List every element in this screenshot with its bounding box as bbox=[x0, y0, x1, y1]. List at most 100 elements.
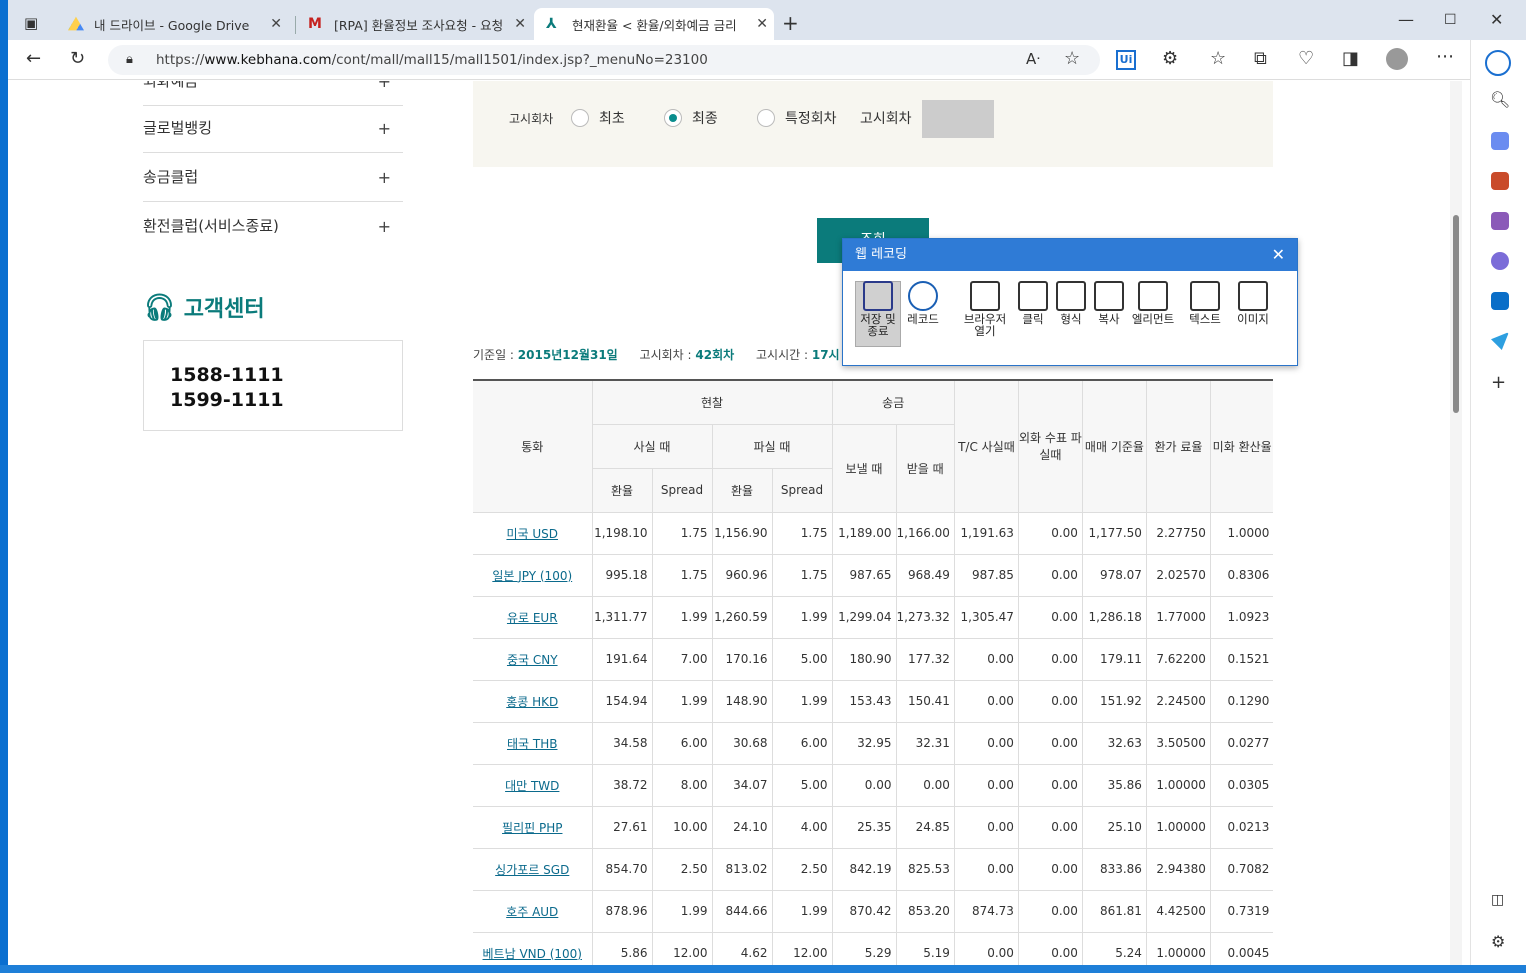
expand-plus-icon[interactable]: + bbox=[378, 81, 391, 106]
microsoft365-icon[interactable] bbox=[1491, 252, 1509, 270]
close-tab-icon[interactable]: ✕ bbox=[514, 16, 526, 32]
tab-google-drive[interactable]: 내 드라이브 - Google Drive ✕ bbox=[56, 8, 288, 40]
currency-link[interactable]: 홍콩 HKD bbox=[506, 695, 558, 709]
menu-item-remit-club[interactable]: 송금클럽 + bbox=[143, 153, 403, 202]
currency-link-cell[interactable]: 대만 TWD bbox=[473, 764, 592, 807]
settings-gear-icon[interactable]: ⚙ bbox=[1491, 932, 1505, 951]
shopping-icon[interactable] bbox=[1491, 132, 1509, 150]
currency-link[interactable]: 베트남 VND (100) bbox=[483, 947, 582, 961]
close-recording-icon[interactable]: ✕ bbox=[1272, 239, 1285, 271]
currency-link-cell[interactable]: 태국 THB bbox=[473, 722, 592, 765]
close-tab-icon[interactable]: ✕ bbox=[270, 16, 282, 32]
favorites-icon[interactable]: ☆ bbox=[1210, 48, 1226, 69]
more-menu-icon[interactable]: ⋯ bbox=[1436, 46, 1454, 67]
games-icon[interactable] bbox=[1491, 212, 1509, 230]
copy-icon bbox=[1094, 281, 1124, 311]
currency-link[interactable]: 필리핀 PHP bbox=[502, 821, 562, 835]
bing-chat-icon[interactable] bbox=[1485, 50, 1511, 76]
menu-item-fx-deposit[interactable]: 외화예금 + bbox=[143, 81, 403, 106]
lock-icon[interactable]: 🔒︎ bbox=[126, 45, 133, 75]
radio-first[interactable] bbox=[571, 109, 589, 127]
currency-link[interactable]: 일본 JPY (100) bbox=[492, 569, 572, 583]
tool-label: 텍스트 bbox=[1189, 312, 1221, 326]
tool-record[interactable]: 레코드 bbox=[905, 281, 941, 325]
minimize-icon[interactable]: — bbox=[1398, 10, 1414, 29]
tool-text[interactable]: 텍스트 bbox=[1187, 281, 1223, 325]
currency-link-cell[interactable]: 미국 USD bbox=[473, 512, 592, 555]
currency-link[interactable]: 싱가포르 SGD bbox=[495, 863, 569, 877]
currency-link-cell[interactable]: 호주 AUD bbox=[473, 890, 592, 933]
tab-rpa-mail[interactable]: M [RPA] 환율정보 조사요청 - 요청 ✕ bbox=[296, 8, 532, 40]
tab-actions-icon[interactable]: ▣ bbox=[24, 14, 38, 32]
expand-plus-icon[interactable]: + bbox=[378, 202, 391, 251]
currency-link[interactable]: 미국 USD bbox=[506, 527, 558, 541]
currency-link[interactable]: 중국 CNY bbox=[507, 653, 558, 667]
round-select[interactable] bbox=[922, 100, 994, 138]
currency-link-cell[interactable]: 싱가포르 SGD bbox=[473, 848, 592, 891]
rate-cell: 0.00 bbox=[953, 638, 1019, 681]
profile-avatar[interactable] bbox=[1386, 48, 1408, 70]
currency-link[interactable]: 태국 THB bbox=[507, 737, 557, 751]
address-bar[interactable]: 🔒︎ https://www.kebhana.com/cont/mall/mal… bbox=[108, 45, 1100, 75]
tool-save[interactable]: 저장 및 종료 bbox=[855, 281, 901, 337]
tool-format[interactable]: 형식 bbox=[1053, 281, 1089, 325]
rate-cell: 32.31 bbox=[895, 722, 955, 765]
maximize-icon[interactable]: ☐ bbox=[1444, 12, 1457, 28]
back-icon[interactable]: ← bbox=[26, 48, 41, 69]
th-tc: T/C 사실때 bbox=[953, 379, 1019, 513]
extensions-icon[interactable]: ⚙ bbox=[1162, 48, 1178, 69]
close-tab-icon[interactable]: ✕ bbox=[756, 16, 768, 32]
split-screen-icon[interactable]: ◨ bbox=[1342, 48, 1359, 69]
rate-cell: 1.99 bbox=[651, 890, 712, 933]
tool-browser-open[interactable]: 브라우저 열기 bbox=[961, 281, 1009, 337]
page-scrollbar[interactable] bbox=[1450, 81, 1462, 965]
tool-copy[interactable]: 복사 bbox=[1091, 281, 1127, 325]
currency-link-cell[interactable]: 필리핀 PHP bbox=[473, 806, 592, 849]
currency-link-cell[interactable]: 베트남 VND (100) bbox=[473, 932, 592, 965]
search-icon[interactable]: 🔍︎ bbox=[1490, 90, 1510, 109]
read-aloud-icon[interactable]: Aᐧ bbox=[1026, 50, 1040, 68]
refresh-icon[interactable]: ↻ bbox=[70, 48, 85, 69]
rate-cell: 35.86 bbox=[1081, 764, 1147, 807]
tool-image[interactable]: 이미지 bbox=[1235, 281, 1271, 325]
rate-cell: 854.70 bbox=[591, 848, 652, 891]
radio-last[interactable] bbox=[664, 109, 682, 127]
sidebar-toggle-icon[interactable]: ◫ bbox=[1491, 892, 1504, 908]
tab-kebhana[interactable]: ⅄ 현재환율 < 환율/외화예금 금리 ✕ bbox=[534, 8, 774, 40]
text-icon bbox=[1190, 281, 1220, 311]
currency-link-cell[interactable]: 일본 JPY (100) bbox=[473, 554, 592, 597]
menu-item-exchange-club[interactable]: 환전클럽(서비스종료) + bbox=[143, 202, 403, 251]
scroll-thumb[interactable] bbox=[1453, 215, 1459, 413]
image-icon bbox=[1238, 281, 1268, 311]
radio-specific[interactable] bbox=[757, 109, 775, 127]
currency-link-cell[interactable]: 유로 EUR bbox=[473, 596, 592, 639]
close-window-icon[interactable]: ✕ bbox=[1490, 10, 1503, 29]
send-icon[interactable] bbox=[1491, 332, 1509, 350]
rate-cell: 12.00 bbox=[651, 932, 712, 965]
ui-extension-icon[interactable]: Ui bbox=[1116, 50, 1136, 70]
tool-element[interactable]: 엘리먼트 bbox=[1129, 281, 1177, 325]
favorite-star-icon[interactable]: ☆ bbox=[1064, 48, 1080, 69]
currency-link[interactable]: 유로 EUR bbox=[507, 611, 558, 625]
collections-icon[interactable]: ⧉ bbox=[1254, 48, 1267, 69]
table-row: 태국 THB 34.58 6.00 30.68 6.00 32.95 32.31 0.00 0.… bbox=[473, 722, 1274, 765]
outlook-icon[interactable] bbox=[1491, 292, 1509, 310]
rate-cell: 0.7082 bbox=[1209, 848, 1274, 891]
rate-cell: 1,166.00 bbox=[895, 512, 955, 555]
tool-click[interactable]: 클릭 bbox=[1015, 281, 1051, 325]
performance-icon[interactable]: ♡ bbox=[1298, 48, 1314, 69]
currency-link-cell[interactable]: 홍콩 HKD bbox=[473, 680, 592, 723]
menu-item-global-banking[interactable]: 글로벌뱅킹 + bbox=[143, 104, 403, 153]
currency-link[interactable]: 대만 TWD bbox=[505, 779, 559, 793]
rate-cell: 874.73 bbox=[953, 890, 1019, 933]
rate-cell: 1.75 bbox=[651, 554, 712, 597]
rate-cell: 987.65 bbox=[831, 554, 896, 597]
new-tab-icon[interactable]: + bbox=[782, 11, 799, 35]
add-icon[interactable]: + bbox=[1491, 372, 1506, 393]
tools-icon[interactable] bbox=[1491, 172, 1509, 190]
currency-link[interactable]: 호주 AUD bbox=[506, 905, 558, 919]
rate-cell: 0.00 bbox=[1017, 554, 1083, 597]
expand-plus-icon[interactable]: + bbox=[378, 153, 391, 202]
currency-link-cell[interactable]: 중국 CNY bbox=[473, 638, 592, 681]
expand-plus-icon[interactable]: + bbox=[378, 104, 391, 153]
